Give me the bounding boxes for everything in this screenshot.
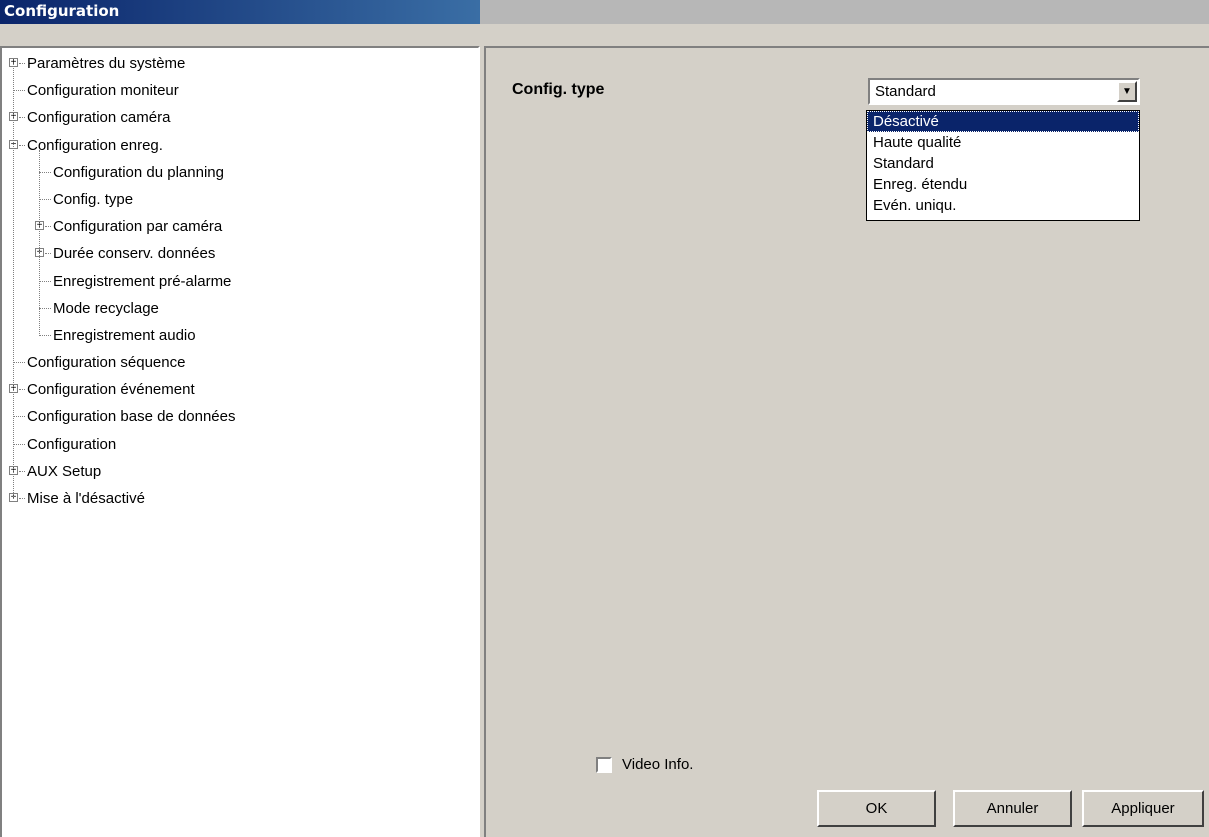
dropdown-option[interactable]: Désactivé [867, 111, 1139, 132]
tree-item-label: Config. type [53, 190, 134, 208]
tree-item[interactable]: − Configuration enreg. [2, 132, 478, 159]
tree-item[interactable]: Configuration base de données [2, 403, 478, 430]
tree-item-label: Configuration événement [27, 381, 195, 399]
tree-connector [19, 470, 25, 472]
tree-item-label: Configuration caméra [27, 109, 171, 127]
tree-connector [39, 334, 51, 336]
tree-item-label: Enregistrement audio [53, 326, 196, 344]
config-tree: + Paramètres du système Configuration moni… [2, 50, 478, 512]
tree-item[interactable]: Configuration séquence [2, 349, 478, 376]
tree-item[interactable]: Enregistrement audio [2, 322, 478, 349]
tree-connector [13, 362, 25, 364]
combo-dropdown-button[interactable]: ▼ [1117, 81, 1137, 102]
tree-item-label: Paramètres du système [27, 55, 186, 72]
dropdown-option[interactable]: Standard [867, 153, 1139, 174]
tree-item[interactable]: + Durée conserv. données [2, 240, 478, 267]
tree-item[interactable]: + Mise à l'désactivé [2, 485, 478, 512]
tree-item-label: Configuration du planning [53, 163, 224, 181]
tree-item[interactable]: Configuration [2, 431, 478, 458]
title-bar: Configuration [0, 0, 1209, 24]
tree-guide-line [13, 64, 14, 500]
tree-guide-line [39, 149, 40, 336]
tree-item-label: Durée conserv. données [53, 245, 216, 263]
tree-item-label: Configuration base de données [27, 408, 236, 426]
tree-item[interactable]: Config. type [2, 186, 478, 213]
tree-item-label: Configuration moniteur [27, 82, 179, 100]
tree-connector [19, 498, 25, 499]
tree-item-label: Configuration par caméra [53, 218, 223, 236]
tree-item-label: Enregistrement pré-alarme [53, 272, 232, 290]
ok-button[interactable]: OK [817, 790, 936, 827]
tree-item-label: Configuration [27, 435, 117, 453]
tree-connector [13, 443, 25, 445]
tree-item[interactable]: Configuration moniteur [2, 77, 478, 104]
tree-connector [13, 90, 25, 92]
combo-value: Standard [875, 83, 936, 100]
tree-item[interactable]: Enregistrement pré-alarme [2, 268, 478, 295]
apply-button[interactable]: Appliquer [1082, 790, 1204, 827]
tree-connector [39, 280, 51, 282]
tree-item[interactable]: + Configuration par caméra [2, 213, 478, 240]
tree-connector [39, 171, 51, 173]
dropdown-option[interactable]: Enreg. étendu [867, 174, 1139, 195]
tree-item-label: Configuration enreg. [27, 136, 163, 154]
tree-connector [19, 117, 25, 119]
tree-item[interactable]: + Configuration caméra [2, 104, 478, 131]
video-info-label[interactable]: Video Info. [622, 756, 693, 773]
tree-connector [39, 198, 51, 200]
tree-connector [19, 389, 25, 391]
video-info-checkbox[interactable] [596, 757, 612, 773]
cancel-button[interactable]: Annuler [953, 790, 1072, 827]
tree-connector [45, 226, 51, 228]
tree-item[interactable]: + Paramètres du système [2, 50, 478, 77]
config-type-label: Config. type [512, 81, 605, 98]
tree-item-label: Mise à l'désactivé [27, 490, 145, 507]
tree-connector [19, 144, 25, 146]
tree-connector [13, 416, 25, 418]
tree-item[interactable]: Mode recyclage [2, 295, 478, 322]
chevron-down-icon: ▼ [1122, 86, 1132, 97]
window-title: Configuration [4, 2, 120, 20]
config-type-dropdown-list: Désactivé Haute qualité Standard Enreg. éte… [866, 110, 1140, 221]
tree-connector [19, 63, 25, 64]
tree-item-label: Configuration séquence [27, 354, 186, 372]
config-tree-panel: + Paramètres du système Configuration moni… [0, 46, 480, 837]
config-type-combobox[interactable]: Standard ▼ [868, 78, 1140, 105]
tree-connector [45, 253, 51, 255]
tree-item-label: AUX Setup [27, 462, 102, 480]
tree-item[interactable]: + Configuration événement [2, 376, 478, 403]
dropdown-option[interactable]: Haute qualité [867, 132, 1139, 153]
tree-item-label: Mode recyclage [53, 299, 159, 317]
dropdown-option[interactable]: Evén. uniqu. [867, 195, 1139, 216]
tree-item[interactable]: Configuration du planning [2, 159, 478, 186]
tree-item[interactable]: + AUX Setup [2, 458, 478, 485]
tree-connector [39, 307, 51, 309]
